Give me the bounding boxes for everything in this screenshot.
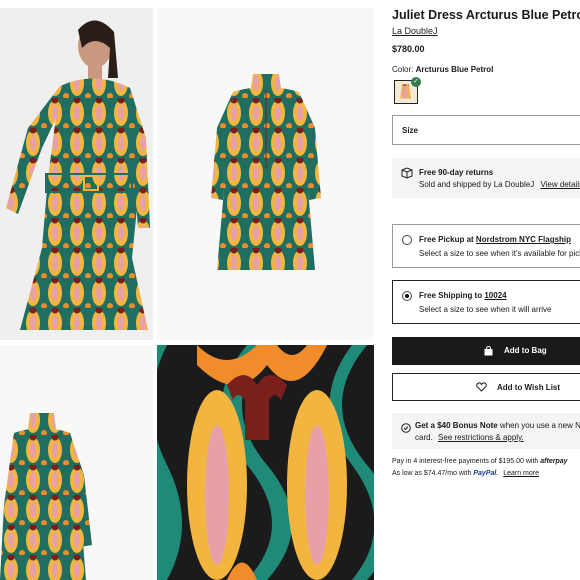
- sold-by-line: Sold and shipped by La DoubleJ View deta…: [419, 180, 580, 189]
- view-details-link[interactable]: View details: [540, 180, 580, 189]
- afterpay-line: Pay in 4 interest-free payments of $195.…: [392, 458, 568, 465]
- bonus-bold: Get a $40 Bonus Note: [415, 421, 498, 430]
- pickup-prefix: Free Pickup at: [419, 235, 474, 244]
- bonus-line-2: card. See restrictions & apply.: [415, 433, 524, 442]
- bonus-rest: when you use a new Nordstrom: [499, 421, 580, 430]
- color-label-prefix: Color:: [392, 65, 414, 74]
- afterpay-text: Pay in 4 interest-free payments of $195.…: [392, 458, 539, 465]
- returns-title: Free 90-day returns: [419, 168, 494, 177]
- pickup-radio[interactable]: [402, 235, 412, 245]
- afterpay-logo: afterpay: [540, 458, 568, 465]
- heart-icon: [476, 382, 487, 392]
- badge-icon: [401, 423, 411, 433]
- size-dropdown[interactable]: Size: [392, 115, 580, 145]
- fabric-closeup-photo[interactable]: [157, 345, 374, 580]
- product-price: $780.00: [392, 44, 425, 54]
- shipping-hint: Select a size to see when it will arrive: [419, 305, 552, 314]
- product-title: Juliet Dress Arcturus Blue Petrol: [392, 8, 580, 22]
- pickup-option[interactable]: Free Pickup at Nordstrom NYC Flagship Se…: [392, 224, 580, 268]
- checkmark-icon: ✓: [411, 77, 421, 87]
- shipping-prefix: Free Shipping to: [419, 291, 483, 300]
- size-label: Size: [402, 126, 419, 135]
- pickup-hint: Select a size to see when it's available…: [419, 249, 580, 258]
- learn-more-link[interactable]: Learn more: [503, 470, 539, 477]
- store-link[interactable]: Nordstrom NYC Flagship: [476, 235, 571, 244]
- paypal-logo: PayPal: [473, 470, 497, 477]
- image-gallery: [0, 0, 380, 580]
- color-value: Arcturus Blue Petrol: [415, 65, 494, 74]
- sold-by-text: Sold and shipped by La DoubleJ: [419, 180, 535, 189]
- brand-link[interactable]: La DoubleJ: [392, 26, 438, 36]
- product-info-panel: Juliet Dress Arcturus Blue Petrol La Dou…: [392, 0, 580, 580]
- returns-info: Free 90-day returns Sold and shipped by …: [392, 158, 580, 198]
- shipping-radio[interactable]: [402, 291, 412, 301]
- bag-icon: [484, 346, 493, 356]
- paypal-line: As low as $74.47/mo with PayPal. Learn m…: [392, 470, 539, 477]
- restrictions-link[interactable]: See restrictions & apply.: [438, 433, 524, 442]
- add-to-bag-label: Add to Bag: [504, 346, 547, 355]
- color-label: Color: Arcturus Blue Petrol: [392, 65, 493, 74]
- model-front-photo[interactable]: [0, 8, 153, 340]
- box-return-icon: [401, 167, 413, 179]
- dress-side-photo[interactable]: [0, 345, 153, 580]
- dress-front-photo[interactable]: [157, 8, 374, 340]
- bonus-line-1: Get a $40 Bonus Note when you use a new …: [415, 421, 580, 430]
- shipping-label: Free Shipping to 10024: [419, 291, 507, 300]
- shipping-option[interactable]: Free Shipping to 10024 Select a size to …: [392, 280, 580, 324]
- add-to-wishlist-button[interactable]: Add to Wish List: [392, 373, 580, 401]
- bonus-note-banner: Get a $40 Bonus Note when you use a new …: [392, 413, 580, 449]
- add-to-wishlist-label: Add to Wish List: [497, 383, 561, 392]
- pickup-label: Free Pickup at Nordstrom NYC Flagship: [419, 235, 571, 244]
- add-to-bag-button[interactable]: Add to Bag: [392, 337, 580, 365]
- zip-link[interactable]: 10024: [484, 291, 506, 300]
- paypal-text: As low as $74.47/mo with: [392, 470, 472, 477]
- bonus-line2-text: card.: [415, 433, 433, 442]
